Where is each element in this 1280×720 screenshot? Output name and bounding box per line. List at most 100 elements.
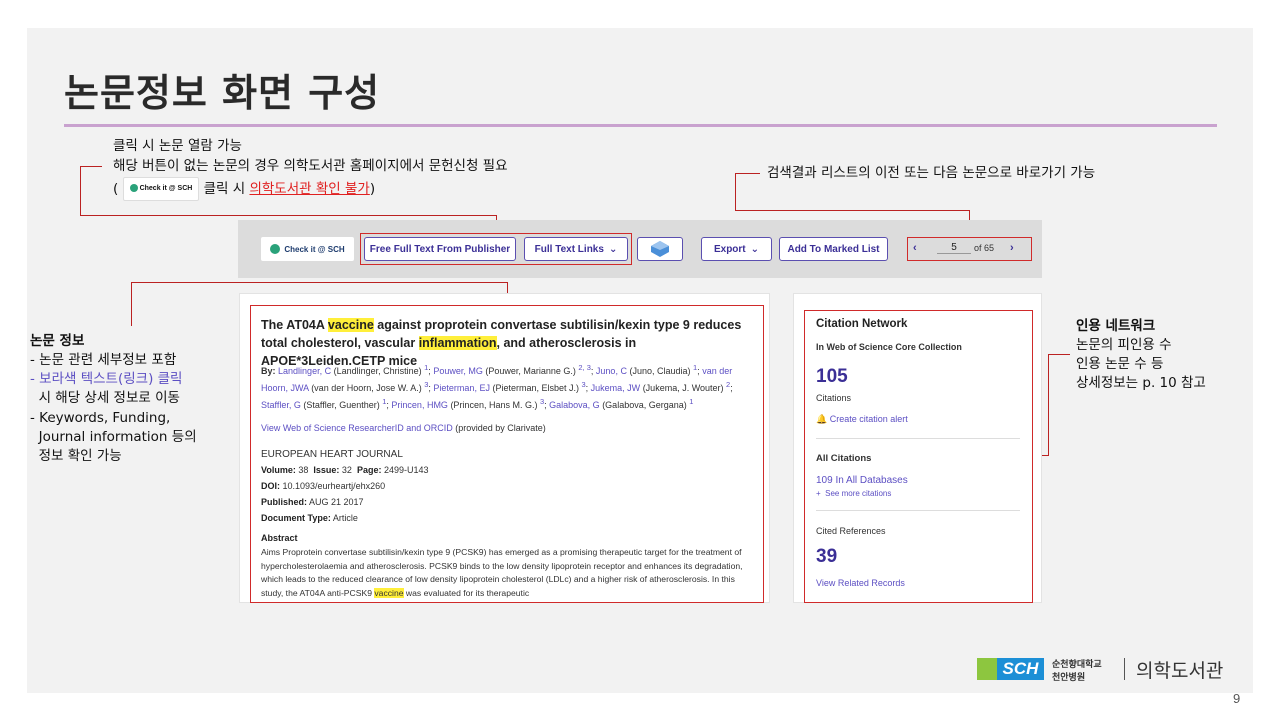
connector-line	[131, 282, 508, 283]
connector-line	[735, 173, 760, 174]
check-badge-label: Check it @ SCH	[139, 185, 193, 192]
issue-label: Issue:	[313, 465, 340, 475]
researcher-line: View Web of Science ResearcherID and ORC…	[261, 423, 546, 433]
issue-value: 32	[341, 465, 352, 475]
abstract-highlight: vaccine	[374, 587, 404, 598]
check-it-sch-button[interactable]: Check it @ SCH	[261, 237, 354, 261]
export-button[interactable]: Export ⌄	[701, 237, 772, 261]
check-it-label: Check it @ SCH	[284, 244, 345, 254]
record-number-input[interactable]: 5	[937, 242, 971, 254]
citation-network-title: Citation Network	[816, 318, 908, 330]
all-databases-link[interactable]: 109 In All Databases	[816, 475, 908, 486]
title-highlight: vaccine	[327, 318, 374, 332]
all-citations-label: All Citations	[816, 453, 872, 464]
doi-value: 10.1093/eurheartj/ehx260	[282, 481, 386, 491]
note-citation-2: 인용 논문 수 등	[1076, 356, 1164, 372]
author-full-name: (Galabova, Gergana)	[599, 400, 690, 410]
author-list: By: Landlinger, C (Landlinger, Christine…	[261, 361, 756, 412]
author-full-name: (van der Hoorn, Jose W. A.)	[308, 383, 425, 393]
doi-label: DOI:	[261, 481, 280, 491]
next-record-icon[interactable]: ›	[1010, 242, 1014, 254]
doi-line: DOI: 10.1093/eurheartj/ehx260	[261, 481, 385, 491]
author-link[interactable]: Galabova, G	[549, 400, 600, 410]
unpaywall-button[interactable]	[637, 237, 683, 261]
affiliation-marker[interactable]: 1	[689, 397, 693, 406]
abstract-heading: Abstract	[261, 533, 298, 543]
connector-line	[80, 166, 81, 216]
note-article-info-3a: - Keywords, Funding,	[30, 410, 171, 426]
author-full-name: (Landlinger, Christine)	[331, 366, 425, 376]
author-link[interactable]: Staffler, G	[261, 400, 301, 410]
author-link[interactable]: Princen, HMG	[391, 400, 448, 410]
volume-value: 38	[298, 465, 309, 475]
title-highlight: inflammation	[418, 336, 497, 350]
author-link[interactable]: Jukema, JW	[591, 383, 641, 393]
hospital-name-line2: 천안병원	[1052, 673, 1086, 683]
author-full-name: (Princen, Hans M. G.)	[447, 400, 540, 410]
check-icon	[129, 184, 138, 193]
author-full-name: (Juno, Claudia)	[626, 366, 693, 376]
hospital-name-line1: 순천향대학교	[1052, 660, 1102, 670]
note-citation-heading: 인용 네트워크	[1076, 318, 1156, 334]
check-icon	[270, 244, 281, 254]
author-link[interactable]: Juno, C	[596, 366, 627, 376]
slide-title: 논문정보 화면 구성	[64, 71, 381, 115]
note-article-info-2a: - 보라색 텍스트(링크) 클릭	[30, 370, 182, 388]
see-more-citations-link[interactable]: + See more citations	[816, 489, 891, 498]
note-article-info-3c: 정보 확인 가능	[30, 448, 122, 464]
note-check-unavailable: ( Check it @ SCH 클릭 시 의학도서관 확인 불가)	[113, 177, 375, 201]
volume-line: Volume: 38 Issue: 32 Page: 2499-U143	[261, 465, 429, 475]
note-article-info-1: - 논문 관련 세부정보 포함	[30, 352, 177, 368]
divider	[816, 438, 1020, 439]
page-label: Page:	[356, 465, 382, 475]
connector-line	[1048, 354, 1070, 355]
cited-references-label: Cited References	[816, 526, 886, 536]
cited-references-count[interactable]: 39	[816, 546, 837, 568]
abstract-part: was evaluated for its therapeutic	[403, 587, 530, 598]
previous-record-icon[interactable]: ‹	[913, 242, 917, 254]
doctype-label: Document Type:	[261, 513, 331, 523]
researcher-suffix: (provided by Clarivate)	[452, 423, 546, 433]
note-article-info-2b: 시 해당 상세 정보로 이동	[30, 390, 180, 406]
author-separator: ;	[730, 383, 733, 393]
add-marked-list-button[interactable]: Add To Marked List	[779, 237, 888, 261]
note-request-doc: 해당 버튼이 없는 논문의 경우 의학도서관 홈페이지에서 문헌신청 필요	[113, 158, 508, 174]
researcher-id-link[interactable]: View Web of Science ResearcherID and ORC…	[261, 423, 453, 433]
note-citation-3: 상세정보는 p. 10 참고	[1076, 375, 1206, 391]
note-prev-next: 검색결과 리스트의 이전 또는 다음 논문으로 바로가기 가능	[767, 165, 1096, 181]
related-records-link[interactable]: View Related Records	[816, 578, 905, 588]
chevron-down-icon: ⌄	[750, 243, 760, 255]
author-link[interactable]: Pieterman, EJ	[433, 383, 490, 393]
journal-link[interactable]: EUROPEAN HEART JOURNAL	[261, 449, 403, 460]
paren-open: (	[113, 181, 119, 197]
note-click-text: 클릭 시	[203, 181, 250, 197]
doctype-line: Document Type: Article	[261, 513, 358, 523]
author-link[interactable]: Landlinger, C	[278, 366, 331, 376]
hexagon-icon	[651, 241, 669, 257]
full-text-highlight-box	[360, 233, 632, 265]
create-alert-link[interactable]: 🔔 Create citation alert	[816, 414, 908, 425]
title-part: The AT04A	[261, 318, 328, 332]
connector-line	[80, 215, 497, 216]
citation-count[interactable]: 105	[816, 366, 848, 388]
author-link[interactable]: Pouwer, MG	[433, 366, 483, 376]
note-citation-1: 논문의 피인용 수	[1076, 337, 1172, 353]
author-full-name: (Pouwer, Marianne G.)	[482, 366, 579, 376]
note-open-article: 클릭 시 논문 열람 가능	[113, 138, 242, 154]
record-total: of 65	[974, 243, 995, 253]
export-label: Export	[713, 243, 746, 255]
connector-line	[735, 173, 736, 211]
volume-label: Volume:	[261, 465, 296, 475]
see-more-label: See more citations	[825, 489, 892, 498]
connector-line	[131, 282, 132, 326]
connector-line	[80, 166, 102, 167]
check-badge-mini: Check it @ SCH	[122, 177, 200, 201]
affiliation-marker[interactable]: 2, 3	[578, 363, 591, 372]
divider	[816, 510, 1020, 511]
published-line: Published: AUG 21 2017	[261, 497, 364, 507]
plus-icon: +	[816, 489, 821, 498]
by-label: By:	[261, 366, 276, 376]
library-logo-text: 의학도서관	[1136, 660, 1224, 682]
page-number: 9	[1233, 691, 1241, 706]
bell-icon: 🔔	[816, 414, 828, 424]
